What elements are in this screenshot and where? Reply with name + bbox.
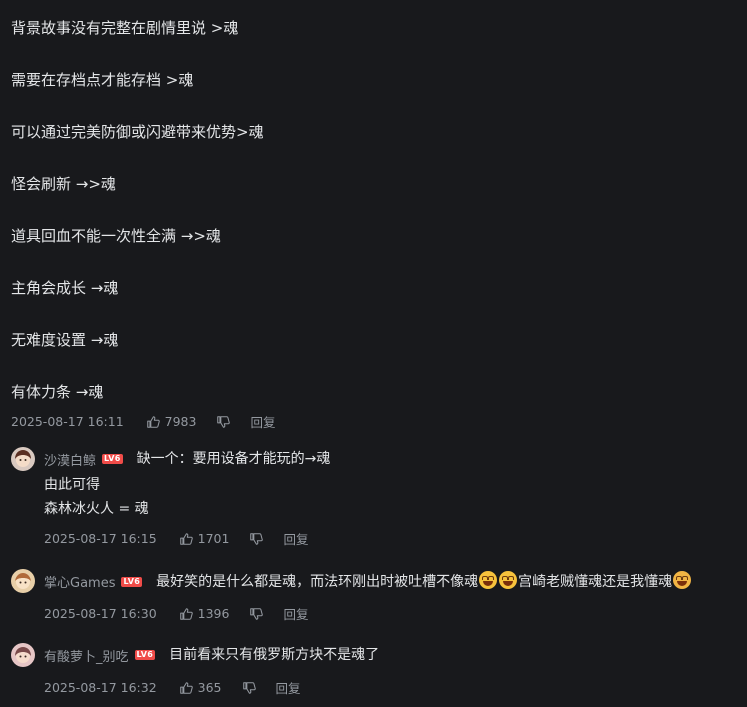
thumbs-up-icon [179, 607, 193, 620]
like-count: 1701 [197, 531, 230, 546]
thumbs-up-icon [146, 415, 160, 428]
username[interactable]: 有酸萝卜_别吃 [44, 646, 129, 665]
reply-time: 2025-08-17 16:15 [44, 531, 157, 546]
comment-time: 2025-08-17 16:11 [11, 414, 124, 429]
reply-text: 目前看来只有俄罗斯方块不是魂了 [169, 647, 380, 663]
comment-meta: 2025-08-17 16:11 7983 回复 [11, 412, 275, 431]
like-count: 7983 [164, 414, 197, 429]
like-count: 1396 [197, 606, 230, 621]
comment-line: 背景故事没有完整在剧情里说 >魂 [11, 19, 239, 37]
reply-button[interactable]: 回复 [250, 412, 275, 431]
dislike-button[interactable] [249, 607, 264, 621]
reply-button[interactable]: 回复 [283, 529, 308, 548]
reply-meta: 2025-08-17 16:15 1701 回复 [44, 529, 308, 548]
comment-line: 道具回血不能一次性全满 →>魂 [11, 227, 221, 245]
like-button[interactable]: 7983 [146, 414, 197, 429]
dislike-button[interactable] [216, 415, 231, 429]
thumbs-up-icon [179, 681, 193, 694]
laugh-cry-emoji [499, 571, 518, 589]
reply-text: 最好笑的是什么都是魂，而法环刚出时被吐槽不像魂 宫崎老贼懂魂还是我懂魂 [156, 571, 692, 592]
like-button[interactable]: 365 [179, 680, 222, 695]
level-badge: LV6 [121, 576, 143, 587]
reply-meta: 2025-08-17 16:32 365 回复 [44, 678, 301, 697]
like-button[interactable]: 1396 [179, 606, 230, 621]
dislike-button[interactable] [249, 532, 264, 546]
thumbs-down-icon [250, 532, 264, 545]
comment-line: 怪会刷新 →>魂 [11, 175, 116, 193]
reply-text: 森林冰火人 = 魂 [44, 501, 149, 517]
thumbs-up-icon [179, 532, 193, 545]
laugh-cry-emoji [479, 571, 498, 589]
username[interactable]: 掌心Games [44, 572, 115, 591]
reply-button[interactable]: 回复 [283, 604, 308, 623]
reply-text: 由此可得 [44, 477, 100, 493]
reply-text: 缺一个：要用设备才能玩的→魂 [136, 451, 331, 467]
like-button[interactable]: 1701 [179, 531, 230, 546]
avatar[interactable] [11, 569, 35, 593]
dislike-button[interactable] [242, 681, 256, 695]
reply-time: 2025-08-17 16:30 [44, 606, 157, 621]
username[interactable]: 沙漠白鲸 [44, 450, 96, 469]
reply-text-part: 最好笑的是什么都是魂，而法环刚出时被吐槽不像魂 [156, 574, 479, 590]
level-badge: LV6 [134, 650, 156, 660]
level-badge: LV6 [102, 454, 123, 464]
cat-emoji [673, 571, 692, 589]
comment-line: 可以通过完美防御或闪避带来优势>魂 [11, 123, 264, 141]
thumbs-down-icon [242, 681, 256, 694]
like-count: 365 [197, 680, 222, 695]
comment-line: 主角会成长 →魂 [11, 279, 119, 297]
comment-line: 需要在存档点才能存档 >魂 [11, 71, 194, 89]
thumbs-down-icon [250, 607, 264, 620]
reply-header: 掌心Games LV6 最好笑的是什么都是魂，而法环刚出时被吐槽不像魂 宫崎老贼懂… [44, 571, 692, 592]
comment-line: 有体力条 →魂 [11, 383, 104, 401]
reply-header: 有酸萝卜_别吃 LV6 目前看来只有俄罗斯方块不是魂了 [44, 645, 379, 665]
avatar[interactable] [11, 643, 35, 667]
reply-text-part: 宫崎老贼懂魂还是我懂魂 [518, 574, 673, 590]
reply-meta: 2025-08-17 16:30 1396 回复 [44, 604, 308, 623]
reply-header: 沙漠白鲸 LV6 缺一个：要用设备才能玩的→魂 [44, 449, 330, 469]
avatar[interactable] [11, 447, 35, 471]
reply-time: 2025-08-17 16:32 [44, 680, 157, 695]
reply-button[interactable]: 回复 [276, 678, 301, 697]
thumbs-down-icon [217, 415, 231, 428]
comment-line: 无难度设置 →魂 [11, 331, 119, 349]
